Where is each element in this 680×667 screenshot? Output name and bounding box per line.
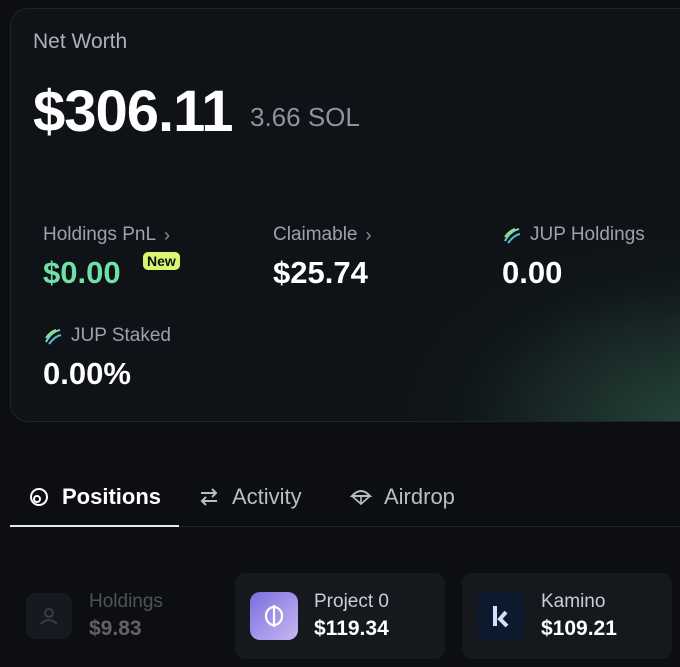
- jup-holdings-label-row: JUP Holdings: [502, 224, 645, 246]
- claimable-value: $25.74: [273, 255, 368, 290]
- position-card-project0[interactable]: Project 0 $119.34: [235, 573, 445, 659]
- jup-holdings-label: JUP Holdings: [530, 224, 645, 245]
- jup-staked-value: 0.00%: [43, 356, 131, 391]
- position-value: $119.34: [314, 617, 389, 640]
- jup-staked-label-row: JUP Staked: [43, 325, 171, 347]
- jup-holdings-value: 0.00: [502, 255, 563, 290]
- position-value: $109.21: [541, 617, 617, 640]
- chevron-right-icon: ›: [365, 224, 372, 245]
- net-worth-title: Net Worth: [33, 30, 128, 53]
- jup-logo-icon: [45, 329, 62, 345]
- position-name: Project 0: [314, 591, 389, 612]
- swap-arrows-icon: [200, 488, 218, 506]
- tab-airdrop[interactable]: Airdrop: [350, 468, 455, 526]
- holdings-pnl-label: Holdings PnL: [43, 224, 157, 245]
- position-value: $9.83: [89, 617, 142, 640]
- tab-activity[interactable]: Activity: [198, 468, 302, 526]
- tab-positions-label: Positions: [62, 484, 162, 509]
- kamino-logo: [477, 592, 525, 640]
- tab-positions[interactable]: Positions: [28, 468, 161, 526]
- holdings-pnl-link[interactable]: Holdings PnL ›: [43, 224, 170, 246]
- user-icon: [26, 593, 72, 639]
- jup-staked-label: JUP Staked: [71, 325, 171, 346]
- jup-logo-icon: [504, 228, 521, 244]
- holdings-pnl-value: $0.00: [43, 255, 121, 290]
- positions-icon: [30, 488, 48, 506]
- net-worth-value: $306.11: [33, 79, 233, 144]
- position-name: Kamino: [541, 591, 606, 612]
- tab-airdrop-label: Airdrop: [384, 484, 455, 509]
- project0-logo: [250, 592, 298, 640]
- net-worth-sol: 3.66 SOL: [250, 102, 360, 132]
- parachute-icon: [350, 490, 372, 506]
- tab-activity-label: Activity: [232, 484, 302, 509]
- claimable-link[interactable]: Claimable ›: [273, 224, 371, 246]
- position-card-kamino[interactable]: Kamino $109.21: [462, 573, 672, 659]
- active-tab-indicator: [10, 525, 179, 527]
- chevron-right-icon: ›: [164, 224, 171, 245]
- claimable-label: Claimable: [273, 224, 358, 245]
- new-badge: New: [143, 252, 180, 270]
- position-name: Holdings: [89, 591, 163, 612]
- position-card-holdings[interactable]: Holdings $9.83: [14, 573, 220, 659]
- tab-bar: Positions Activity Airdrop: [10, 468, 680, 527]
